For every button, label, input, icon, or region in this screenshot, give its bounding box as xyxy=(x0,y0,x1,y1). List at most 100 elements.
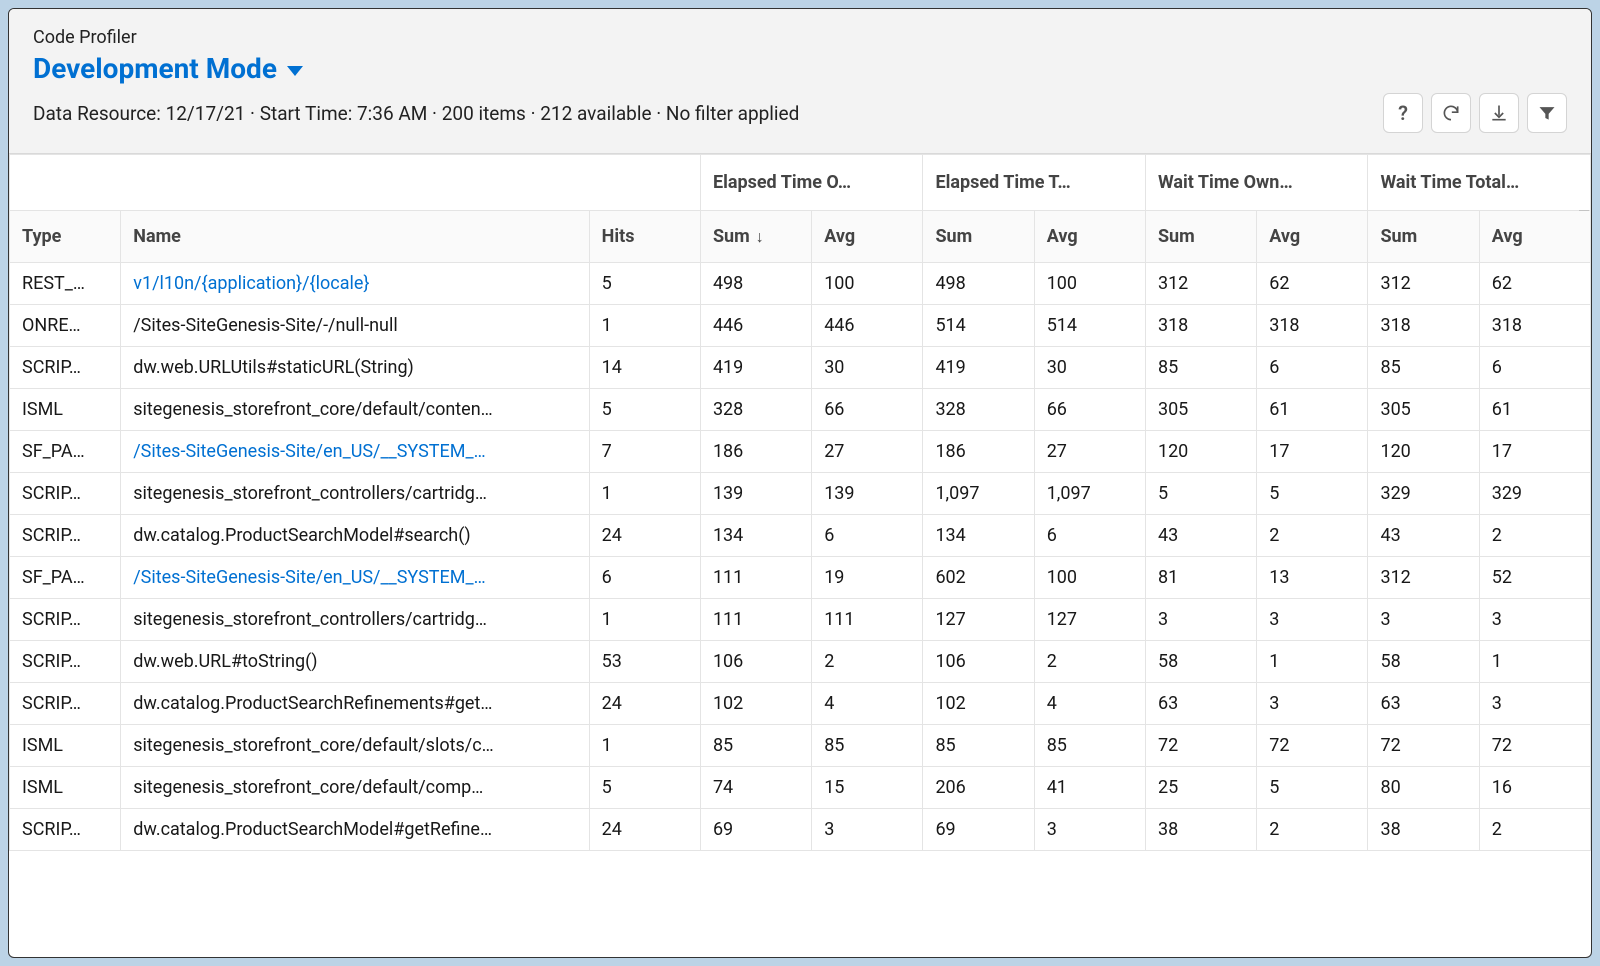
cell-type: SCRIP… xyxy=(10,515,121,557)
col-type[interactable]: Type xyxy=(10,211,121,263)
cell-type: SCRIP… xyxy=(10,809,121,851)
col-group-elapsed-own[interactable]: Elapsed Time O… xyxy=(700,155,923,211)
cell-et-own-sum: 74 xyxy=(700,767,811,809)
cell-type: SCRIP… xyxy=(10,473,121,515)
cell-hits: 1 xyxy=(589,473,700,515)
cell-et-tot-sum: 498 xyxy=(923,263,1034,305)
table-row[interactable]: SF_PA…/Sites-SiteGenesis-Site/en_US/__SY… xyxy=(10,557,1591,599)
cell-et-tot-sum: 134 xyxy=(923,515,1034,557)
cell-et-tot-sum: 106 xyxy=(923,641,1034,683)
cell-wt-own-avg: 62 xyxy=(1257,263,1368,305)
table-row[interactable]: SCRIP…sitegenesis_storefront_controllers… xyxy=(10,473,1591,515)
table-row[interactable]: SCRIP…dw.web.URLUtils#staticURL(String)1… xyxy=(10,347,1591,389)
cell-hits: 14 xyxy=(589,347,700,389)
col-wt-tot-sum[interactable]: Sum xyxy=(1368,211,1479,263)
table-row[interactable]: ONRE…/Sites-SiteGenesis-Site/-/null-null… xyxy=(10,305,1591,347)
cell-et-own-avg: 100 xyxy=(812,263,923,305)
cell-wt-tot-avg: 52 xyxy=(1479,557,1590,599)
col-wt-own-avg[interactable]: Avg xyxy=(1257,211,1368,263)
cell-et-tot-avg: 27 xyxy=(1034,431,1145,473)
col-et-own-sum[interactable]: Sum↓ xyxy=(700,211,811,263)
cell-name[interactable]: /Sites-SiteGenesis-Site/en_US/__SYSTEM_… xyxy=(121,431,589,473)
cell-type: ISML xyxy=(10,725,121,767)
cell-wt-own-avg: 13 xyxy=(1257,557,1368,599)
table-container[interactable]: Elapsed Time O… Elapsed Time T… Wait Tim… xyxy=(9,154,1591,957)
cell-et-tot-avg: 41 xyxy=(1034,767,1145,809)
cell-wt-tot-sum: 318 xyxy=(1368,305,1479,347)
cell-et-tot-avg: 100 xyxy=(1034,557,1145,599)
cell-et-own-sum: 134 xyxy=(700,515,811,557)
col-et-own-avg[interactable]: Avg xyxy=(812,211,923,263)
cell-et-own-avg: 15 xyxy=(812,767,923,809)
toolbar: ? xyxy=(1383,93,1567,133)
table-row[interactable]: SCRIP…sitegenesis_storefront_controllers… xyxy=(10,599,1591,641)
cell-wt-own-avg: 3 xyxy=(1257,683,1368,725)
col-group-wait-total[interactable]: Wait Time Total… xyxy=(1368,155,1591,211)
col-name[interactable]: Name xyxy=(121,211,589,263)
table-row[interactable]: ISMLsitegenesis_storefront_core/default/… xyxy=(10,389,1591,431)
cell-type: SF_PA… xyxy=(10,431,121,473)
table-row[interactable]: SCRIP…dw.web.URL#toString()5310621062581… xyxy=(10,641,1591,683)
cell-et-tot-avg: 30 xyxy=(1034,347,1145,389)
cell-wt-tot-sum: 329 xyxy=(1368,473,1479,515)
cell-hits: 5 xyxy=(589,389,700,431)
col-wt-tot-avg[interactable]: Avg xyxy=(1479,211,1590,263)
cell-et-tot-avg: 1,097 xyxy=(1034,473,1145,515)
table-row[interactable]: SCRIP…dw.catalog.ProductSearchRefinement… xyxy=(10,683,1591,725)
cell-wt-tot-sum: 43 xyxy=(1368,515,1479,557)
cell-et-tot-sum: 419 xyxy=(923,347,1034,389)
cell-et-own-avg: 27 xyxy=(812,431,923,473)
cell-wt-own-avg: 5 xyxy=(1257,473,1368,515)
table-row[interactable]: SCRIP…dw.catalog.ProductSearchModel#getR… xyxy=(10,809,1591,851)
cell-wt-tot-sum: 312 xyxy=(1368,263,1479,305)
col-group-elapsed-total[interactable]: Elapsed Time T… xyxy=(923,155,1146,211)
cell-type: SCRIP… xyxy=(10,347,121,389)
cell-name[interactable]: /Sites-SiteGenesis-Site/en_US/__SYSTEM_… xyxy=(121,557,589,599)
cell-wt-own-sum: 3 xyxy=(1145,599,1256,641)
cell-name: sitegenesis_storefront_core/default/comp… xyxy=(121,767,589,809)
cell-name[interactable]: v1/l10n/{application}/{locale} xyxy=(121,263,589,305)
cell-et-own-avg: 3 xyxy=(812,809,923,851)
cell-wt-own-sum: 5 xyxy=(1145,473,1256,515)
cell-hits: 1 xyxy=(589,725,700,767)
filter-button[interactable] xyxy=(1527,93,1567,133)
cell-wt-tot-avg: 62 xyxy=(1479,263,1590,305)
chevron-down-icon xyxy=(287,66,303,76)
cell-et-own-sum: 139 xyxy=(700,473,811,515)
cell-name: sitegenesis_storefront_controllers/cartr… xyxy=(121,599,589,641)
cell-wt-tot-avg: 6 xyxy=(1479,347,1590,389)
cell-wt-tot-avg: 61 xyxy=(1479,389,1590,431)
cell-hits: 6 xyxy=(589,557,700,599)
help-button[interactable]: ? xyxy=(1383,93,1423,133)
download-button[interactable] xyxy=(1479,93,1519,133)
table-row[interactable]: SCRIP…dw.catalog.ProductSearchModel#sear… xyxy=(10,515,1591,557)
cell-et-own-avg: 6 xyxy=(812,515,923,557)
cell-et-tot-sum: 1,097 xyxy=(923,473,1034,515)
col-et-tot-sum[interactable]: Sum xyxy=(923,211,1034,263)
cell-wt-tot-sum: 80 xyxy=(1368,767,1479,809)
cell-et-own-avg: 111 xyxy=(812,599,923,641)
col-hits[interactable]: Hits xyxy=(589,211,700,263)
table-row[interactable]: ISMLsitegenesis_storefront_core/default/… xyxy=(10,767,1591,809)
col-et-tot-avg[interactable]: Avg xyxy=(1034,211,1145,263)
cell-wt-own-avg: 61 xyxy=(1257,389,1368,431)
cell-et-tot-avg: 66 xyxy=(1034,389,1145,431)
col-wt-own-sum[interactable]: Sum xyxy=(1145,211,1256,263)
table-row[interactable]: ISMLsitegenesis_storefront_core/default/… xyxy=(10,725,1591,767)
cell-name: sitegenesis_storefront_controllers/cartr… xyxy=(121,473,589,515)
cell-type: SCRIP… xyxy=(10,641,121,683)
cell-wt-own-avg: 5 xyxy=(1257,767,1368,809)
cell-hits: 7 xyxy=(589,431,700,473)
mode-dropdown[interactable]: Development Mode xyxy=(33,52,303,85)
cell-et-own-avg: 139 xyxy=(812,473,923,515)
cell-wt-own-avg: 1 xyxy=(1257,641,1368,683)
cell-wt-own-avg: 2 xyxy=(1257,515,1368,557)
cell-hits: 5 xyxy=(589,263,700,305)
table-row[interactable]: SF_PA…/Sites-SiteGenesis-Site/en_US/__SY… xyxy=(10,431,1591,473)
refresh-button[interactable] xyxy=(1431,93,1471,133)
cell-hits: 53 xyxy=(589,641,700,683)
col-group-wait-own[interactable]: Wait Time Own… xyxy=(1145,155,1368,211)
cell-wt-own-sum: 85 xyxy=(1145,347,1256,389)
table-row[interactable]: REST_…v1/l10n/{application}/{locale}5498… xyxy=(10,263,1591,305)
cell-et-own-sum: 102 xyxy=(700,683,811,725)
